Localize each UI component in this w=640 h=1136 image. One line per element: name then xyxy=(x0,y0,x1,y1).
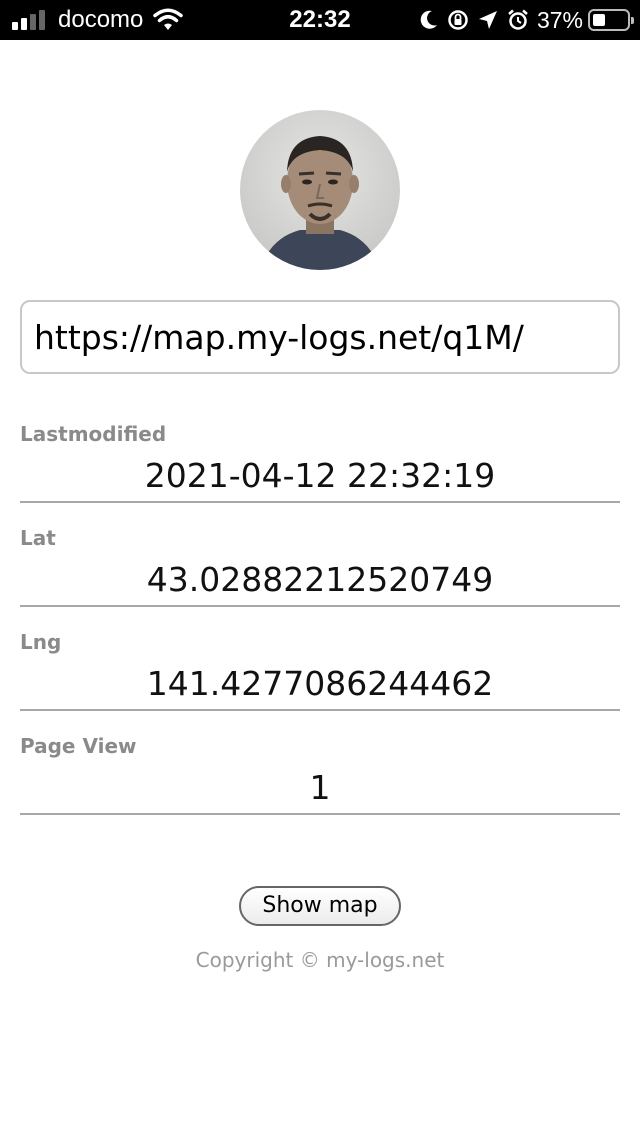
lng-value: 141.4277086244462 xyxy=(146,664,494,703)
person-photo-icon xyxy=(240,110,400,270)
location-arrow-icon xyxy=(478,11,497,29)
lng-label: Lng xyxy=(20,630,62,654)
status-bar-right: 37% xyxy=(411,0,634,40)
avatar xyxy=(240,110,400,270)
lastmodified-label: Lastmodified xyxy=(20,422,167,446)
alarm-icon xyxy=(508,9,528,30)
orientation-lock-icon xyxy=(448,10,468,30)
lat-label: Lat xyxy=(20,526,56,550)
page-view-divider xyxy=(20,813,620,815)
page-view-label: Page View xyxy=(20,734,137,758)
copyright-text: Copyright © my-logs.net xyxy=(195,948,445,972)
battery-percent: 37% xyxy=(536,6,583,33)
lat-divider xyxy=(20,605,620,607)
page-view-value: 1 xyxy=(309,768,331,807)
battery-icon xyxy=(588,9,634,31)
lng-divider xyxy=(20,709,620,711)
status-bar: docomo 22:32 37% xyxy=(0,0,640,40)
show-map-button[interactable]: Show map xyxy=(239,886,401,926)
lastmodified-divider xyxy=(20,501,620,503)
lat-value: 43.02882212520749 xyxy=(146,560,494,599)
lastmodified-value: 2021-04-12 22:32:19 xyxy=(144,456,496,495)
url-field[interactable] xyxy=(20,300,620,374)
moon-icon xyxy=(420,10,437,29)
